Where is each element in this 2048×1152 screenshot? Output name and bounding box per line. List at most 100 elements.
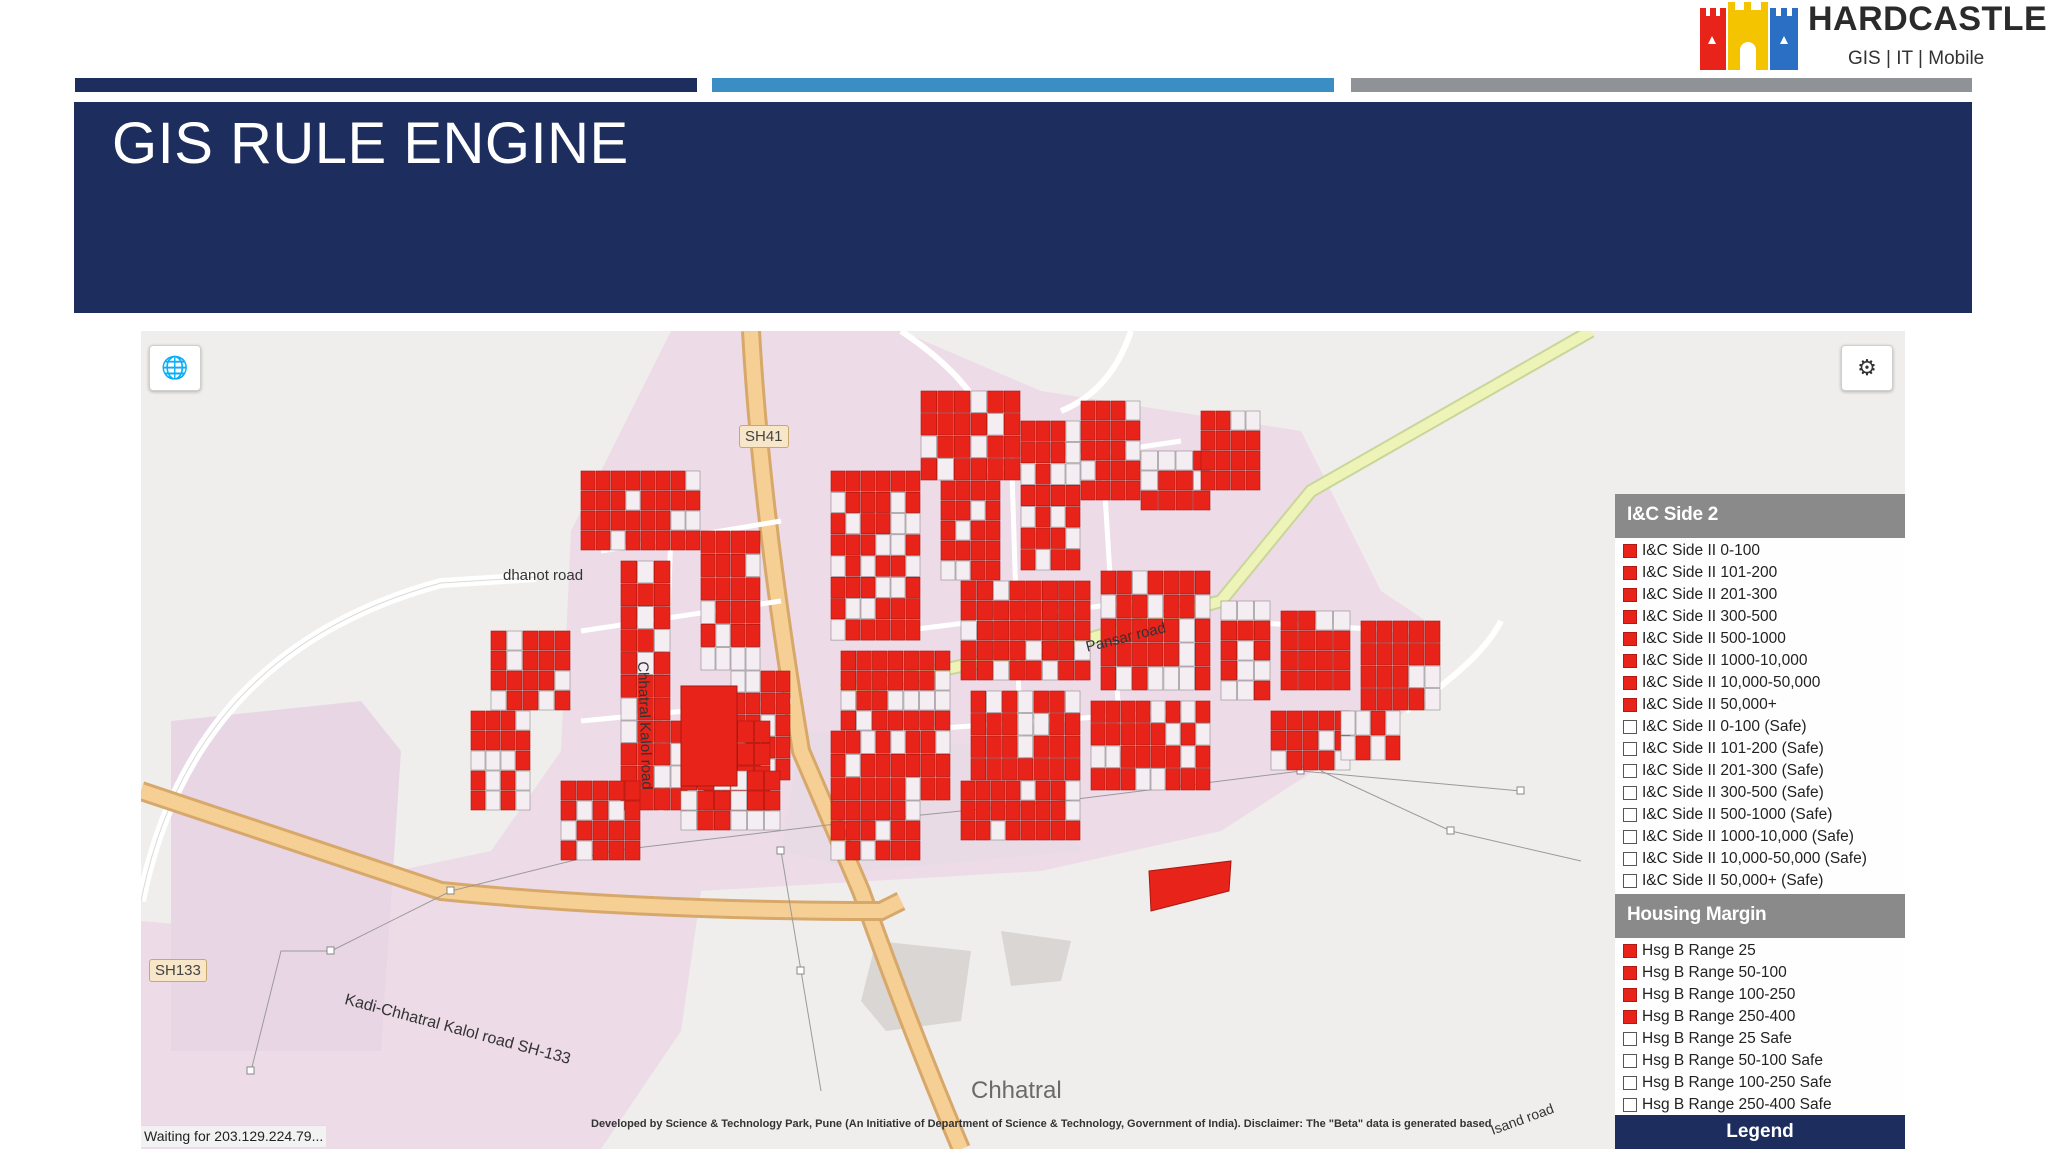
parcel[interactable] xyxy=(1200,430,1216,451)
parcel[interactable] xyxy=(745,647,761,671)
parcel[interactable] xyxy=(1195,642,1211,667)
parcel[interactable] xyxy=(608,800,625,821)
parcel[interactable] xyxy=(1215,430,1231,451)
parcel[interactable] xyxy=(1080,420,1096,441)
parcel[interactable] xyxy=(1175,470,1193,491)
parcel[interactable] xyxy=(653,606,671,629)
parcel[interactable] xyxy=(1058,640,1075,661)
parcel[interactable] xyxy=(903,650,919,671)
parcel[interactable] xyxy=(730,577,746,601)
parcel[interactable] xyxy=(1245,470,1261,491)
parcel[interactable] xyxy=(670,470,686,491)
parcel[interactable] xyxy=(830,840,846,861)
parcel[interactable] xyxy=(919,670,935,691)
parcel[interactable] xyxy=(937,390,954,413)
parcel[interactable] xyxy=(1147,642,1164,667)
parcel[interactable] xyxy=(653,652,671,675)
parcel[interactable] xyxy=(1195,745,1211,768)
parcel[interactable] xyxy=(1064,735,1081,758)
parcel[interactable] xyxy=(554,650,571,671)
parcel[interactable] xyxy=(490,670,507,691)
parcel[interactable] xyxy=(592,800,609,821)
parcel[interactable] xyxy=(490,630,507,651)
parcel[interactable] xyxy=(993,660,1010,681)
parcel[interactable] xyxy=(919,710,935,731)
parcel[interactable] xyxy=(1003,390,1021,413)
legend-item[interactable]: I&C Side II 50,000+ xyxy=(1623,694,1905,716)
parcel[interactable] xyxy=(1020,420,1036,442)
parcel[interactable] xyxy=(1064,690,1081,713)
parcel[interactable] xyxy=(905,470,921,492)
parcel[interactable] xyxy=(560,840,577,861)
parcel[interactable] xyxy=(1140,490,1158,511)
parcel[interactable] xyxy=(1025,660,1042,681)
parcel[interactable] xyxy=(1360,665,1377,688)
parcel[interactable] xyxy=(1150,745,1166,768)
parcel[interactable] xyxy=(515,770,531,791)
parcel[interactable] xyxy=(845,492,861,513)
parcel[interactable] xyxy=(1050,527,1066,549)
parcel[interactable] xyxy=(653,629,671,652)
parcel[interactable] xyxy=(1163,594,1179,619)
parcel[interactable] xyxy=(700,577,716,601)
legend-swatch-unchecked[interactable] xyxy=(1623,1076,1637,1090)
parcel[interactable] xyxy=(1237,660,1254,681)
legend-swatch-checked[interactable] xyxy=(1623,544,1637,558)
parcel[interactable] xyxy=(1392,688,1409,711)
parcel[interactable] xyxy=(953,390,971,413)
parcel[interactable] xyxy=(1254,640,1271,661)
parcel[interactable] xyxy=(576,840,593,861)
parcel[interactable] xyxy=(1035,780,1051,801)
parcel[interactable] xyxy=(760,670,776,693)
parcel[interactable] xyxy=(845,753,861,777)
parcel[interactable] xyxy=(1041,620,1058,641)
parcel[interactable] xyxy=(680,810,697,831)
parcel[interactable] xyxy=(875,753,891,777)
parcel[interactable] xyxy=(700,530,716,554)
parcel[interactable] xyxy=(987,413,1004,436)
parcel[interactable] xyxy=(1135,768,1151,791)
parcel[interactable] xyxy=(1020,463,1036,485)
parcel[interactable] xyxy=(1245,450,1261,471)
parcel[interactable] xyxy=(1132,570,1148,595)
parcel[interactable] xyxy=(1147,570,1164,595)
parcel[interactable] xyxy=(1195,768,1211,791)
parcel[interactable] xyxy=(1254,620,1271,641)
parcel[interactable] xyxy=(905,820,921,841)
parcel[interactable] xyxy=(730,790,747,811)
parcel[interactable] xyxy=(1005,780,1021,801)
parcel[interactable] xyxy=(875,800,891,821)
parcel[interactable] xyxy=(1095,420,1111,441)
parcel[interactable] xyxy=(515,730,531,751)
parcel[interactable] xyxy=(1035,463,1051,485)
parcel[interactable] xyxy=(653,697,671,721)
legend-item[interactable]: Hsg B Range 25 xyxy=(1623,940,1905,962)
parcel[interactable] xyxy=(905,730,921,754)
parcel[interactable] xyxy=(845,820,861,841)
parcel[interactable] xyxy=(1090,723,1106,746)
parcel[interactable] xyxy=(987,435,1004,458)
parcel[interactable] xyxy=(470,770,486,791)
parcel[interactable] xyxy=(1195,594,1211,619)
parcel[interactable] xyxy=(860,820,876,841)
parcel[interactable] xyxy=(640,490,656,511)
legend-item[interactable]: Hsg B Range 100-250 Safe xyxy=(1623,1072,1905,1094)
parcel[interactable] xyxy=(1286,710,1303,731)
parcel[interactable] xyxy=(1163,642,1179,667)
parcel[interactable] xyxy=(1049,758,1065,781)
legend-swatch-unchecked[interactable] xyxy=(1623,764,1637,778)
parcel[interactable] xyxy=(1280,650,1298,671)
parcel[interactable] xyxy=(955,500,971,521)
legend-item[interactable]: I&C Side II 500-1000 xyxy=(1623,628,1905,650)
legend-item[interactable]: I&C Side II 0-100 (Safe) xyxy=(1623,716,1905,738)
parcel[interactable] xyxy=(1116,594,1132,619)
parcel[interactable] xyxy=(1175,490,1193,511)
parcel[interactable] xyxy=(653,720,671,743)
parcel[interactable] xyxy=(872,690,888,711)
parcel[interactable] xyxy=(538,690,555,711)
parcel[interactable] xyxy=(1140,450,1158,471)
parcel[interactable] xyxy=(905,619,921,641)
parcel[interactable] xyxy=(745,692,761,715)
parcel[interactable] xyxy=(960,820,976,841)
parcel[interactable] xyxy=(1065,485,1081,507)
